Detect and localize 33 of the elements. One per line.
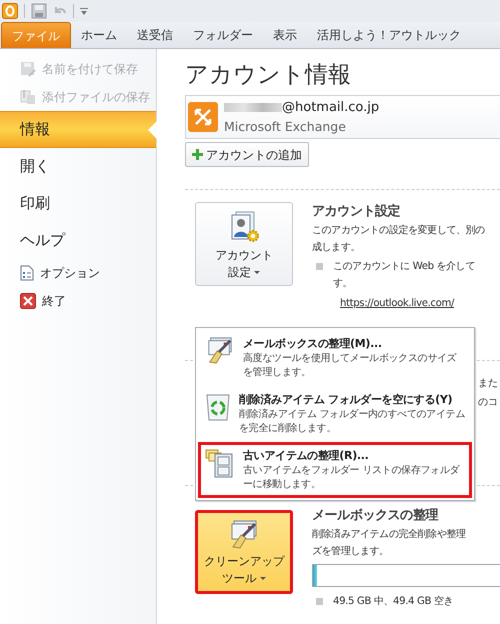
description-text: ズを管理します。: [312, 545, 390, 559]
ribbon-tab[interactable]: ホーム: [71, 22, 127, 48]
description-text: 成します。: [312, 240, 362, 255]
section-heading: メールボックスの整理: [312, 507, 440, 525]
ribbon-tab[interactable]: 活用しよう！アウトルック: [307, 22, 471, 48]
menu-item[interactable]: メールボックスの整理(M)... 高度なツールを使用してメールボックスのサイズを管理します。: [198, 330, 472, 386]
ribbon-tab[interactable]: 送受信: [127, 22, 183, 48]
storage-text: 49.5 GB 中、49.4 GB 空き: [333, 594, 454, 609]
menu-command[interactable]: オプション: [0, 259, 156, 287]
menu-item[interactable]: 削除済みアイテム フォルダーを空にする(Y) 削除済みアイテム フォルダー内のすべてのアイテムを完全に削除します。: [198, 386, 472, 442]
page-title: アカウント情報: [185, 61, 352, 90]
ribbon-tab[interactable]: 表示: [263, 22, 307, 48]
backstage-tab[interactable]: 情報: [0, 111, 156, 148]
ribbon-tab[interactable]: フォルダー: [183, 22, 263, 48]
web-link[interactable]: https://outlook.live.com/: [340, 298, 454, 309]
menu-item[interactable]: 古いアイテムの整理(R)... 古いアイテムをフォルダー リストの保存フォルダーに移動します。: [198, 442, 472, 498]
account-type: Microsoft Exchange: [224, 118, 347, 136]
backstage-tab[interactable]: 開く: [0, 148, 156, 185]
description-text: このアカウントの設定を変更して、別の: [312, 224, 485, 238]
menu-command[interactable]: 終了: [0, 287, 156, 315]
account-address: @hotmail.co.jp: [282, 99, 380, 117]
account-settings-button[interactable]: アカウント 設定: [195, 202, 293, 286]
cleanup-tools-button[interactable]: クリーンアップ ツール: [195, 510, 293, 594]
account-panel[interactable]: @hotmail.co.jp Microsoft Exchange: [185, 95, 500, 139]
bullet-text: す。: [333, 277, 352, 291]
backstage-tab[interactable]: ヘルプ: [0, 222, 156, 259]
section-heading: アカウント設定: [312, 202, 402, 221]
add-account-button[interactable]: アカウントの追加: [185, 142, 309, 167]
partial-text: のコ: [478, 396, 498, 410]
backstage-tab[interactable]: 印刷: [0, 185, 156, 222]
description-text: 削除済みアイテムの完全削除や整理: [312, 528, 467, 542]
bullet-text: このアカウントに Web を介して: [333, 260, 475, 274]
partial-text: また: [478, 377, 498, 391]
